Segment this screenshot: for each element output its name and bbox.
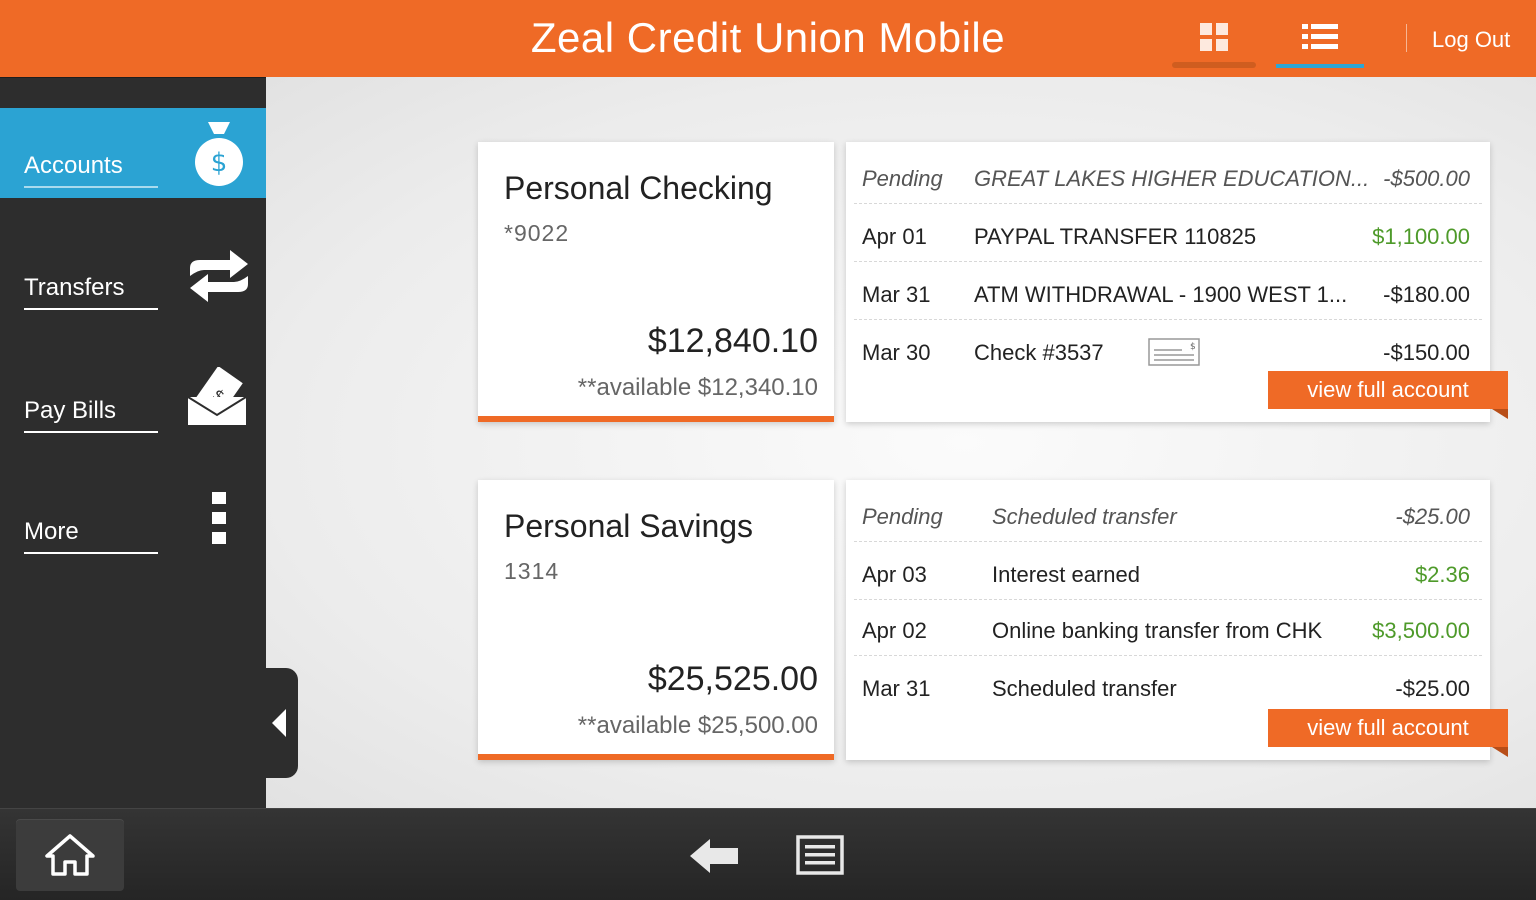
- transaction-row[interactable]: Apr 03 Interest earned $2.36: [854, 542, 1482, 600]
- sidebar-item-transfers[interactable]: Transfers: [0, 238, 266, 328]
- sidebar-item-pay-bills[interactable]: Pay Bills $: [0, 363, 266, 453]
- transaction-amount: $1,100.00: [1372, 224, 1470, 249]
- transaction-date: Apr 02: [862, 618, 927, 643]
- transaction-amount: $2.36: [1414, 562, 1470, 587]
- money-bag-icon: $: [192, 118, 246, 193]
- system-nav-bar: [0, 808, 1536, 900]
- sidebar-item-label: Transfers: [24, 274, 158, 310]
- transaction-description: PAYPAL TRANSFER 110825: [974, 224, 1257, 249]
- transaction-amount: -$500.00: [1383, 166, 1470, 191]
- transaction-row[interactable]: Mar 31 ATM WITHDRAWAL - 1900 WEST 1... -…: [854, 262, 1482, 320]
- home-button[interactable]: [16, 819, 124, 891]
- transaction-date: Apr 03: [862, 562, 927, 587]
- transaction-date: Mar 31: [862, 676, 931, 701]
- bill-envelope-icon: $: [186, 366, 248, 432]
- transaction-description: GREAT LAKES HIGHER EDUCATION...: [974, 166, 1370, 191]
- check-image-icon[interactable]: $: [1148, 338, 1200, 372]
- view-full-account-button[interactable]: view full account: [1268, 709, 1508, 757]
- transaction-description: Online banking transfer from CHK: [992, 618, 1323, 643]
- app-header: Zeal Credit Union Mobile Log Out: [0, 0, 1536, 77]
- account-balance: $12,840.10: [647, 322, 818, 360]
- account-card-checking[interactable]: Personal Checking *9022 $12,840.10 **ava…: [478, 142, 834, 422]
- account-available-balance: **available $12,340.10: [577, 374, 818, 401]
- chevron-left-icon: [272, 709, 286, 737]
- home-icon: [45, 834, 95, 876]
- transaction-row[interactable]: Mar 31 Scheduled transfer -$25.00: [854, 656, 1482, 714]
- account-name: Personal Savings: [504, 508, 754, 544]
- svg-text:$: $: [1190, 342, 1196, 352]
- account-card-savings[interactable]: Personal Savings 1314 $25,525.00 **avail…: [478, 480, 834, 760]
- header-divider: [1406, 24, 1407, 52]
- menu-icon: [796, 835, 844, 875]
- transaction-date: Mar 30: [862, 340, 931, 365]
- sidebar-item-accounts[interactable]: Accounts $: [0, 108, 266, 198]
- svg-text:$: $: [211, 148, 228, 178]
- list-icon: [1302, 24, 1338, 49]
- back-button[interactable]: [690, 839, 740, 878]
- sidebar-item-label: Pay Bills: [24, 397, 158, 433]
- account-number: *9022: [504, 220, 570, 246]
- more-vertical-icon: [212, 492, 226, 551]
- collapse-sidebar-button[interactable]: [262, 668, 298, 778]
- transaction-amount: -$25.00: [1395, 504, 1470, 529]
- transaction-date: Apr 01: [862, 224, 927, 249]
- list-view-button[interactable]: [1276, 16, 1364, 68]
- transaction-row[interactable]: Pending Scheduled transfer -$25.00: [854, 484, 1482, 542]
- account-available-balance: **available $25,500.00: [577, 712, 818, 739]
- transaction-date: Mar 31: [862, 282, 931, 307]
- account-name: Personal Checking: [504, 170, 773, 206]
- transaction-amount: $3,500.00: [1372, 618, 1470, 643]
- sidebar-item-label: Accounts: [24, 152, 158, 188]
- transfer-arrows-icon: [186, 246, 252, 311]
- transaction-date: Pending: [862, 166, 943, 191]
- transaction-row[interactable]: Mar 30 Check #3537 $ -$150.00: [854, 320, 1482, 378]
- view-full-account-button[interactable]: view full account: [1268, 371, 1508, 419]
- sidebar-item-more[interactable]: More: [0, 488, 266, 578]
- logout-button[interactable]: Log Out: [1432, 27, 1510, 53]
- transaction-description: Scheduled transfer: [992, 676, 1177, 701]
- transaction-row[interactable]: Pending GREAT LAKES HIGHER EDUCATION... …: [854, 146, 1482, 204]
- account-number: 1314: [504, 558, 560, 584]
- transaction-description: Scheduled transfer: [992, 504, 1177, 529]
- transaction-amount: -$180.00: [1383, 282, 1470, 307]
- account-balance: $25,525.00: [647, 660, 818, 698]
- transaction-date: Pending: [862, 504, 943, 529]
- grid-icon: [1200, 23, 1228, 51]
- back-arrow-icon: [690, 839, 738, 873]
- transaction-description: Check #3537: [974, 340, 1104, 365]
- sidebar-item-label: More: [24, 518, 158, 554]
- menu-button[interactable]: [796, 835, 844, 880]
- transaction-row[interactable]: Apr 01 PAYPAL TRANSFER 110825 $1,100.00: [854, 204, 1482, 262]
- transaction-amount: -$150.00: [1383, 340, 1470, 365]
- transaction-description: ATM WITHDRAWAL - 1900 WEST 1...: [974, 282, 1348, 307]
- transaction-description: Interest earned: [992, 562, 1140, 587]
- transaction-row[interactable]: Apr 02 Online banking transfer from CHK …: [854, 598, 1482, 656]
- transaction-amount: -$25.00: [1395, 676, 1470, 701]
- sidebar-nav: Accounts $ Transfers Pay Bills $ More: [0, 77, 266, 808]
- grid-view-button[interactable]: [1170, 16, 1258, 68]
